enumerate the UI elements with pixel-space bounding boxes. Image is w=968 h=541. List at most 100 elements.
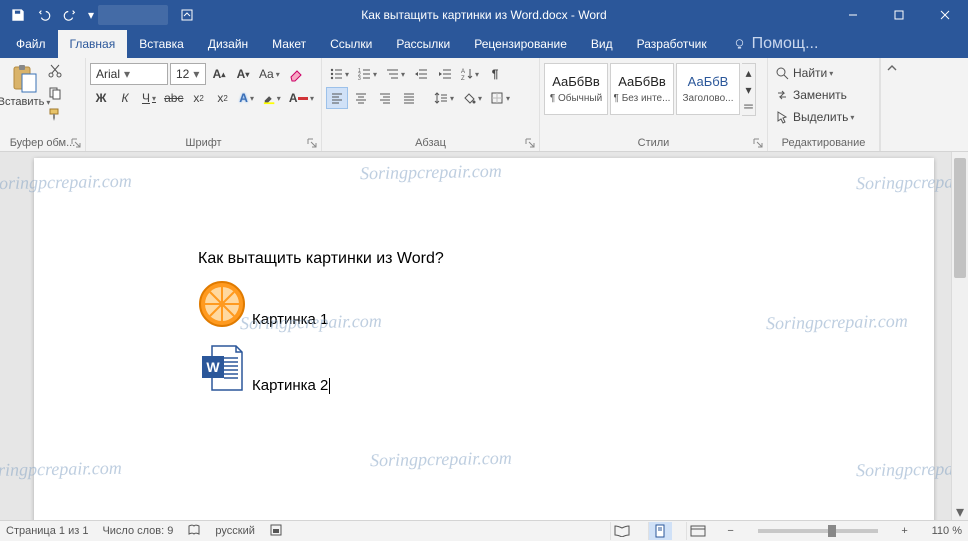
bold-button[interactable]: Ж	[90, 87, 112, 109]
replace-button[interactable]: Заменить	[772, 84, 875, 106]
replace-icon	[775, 88, 789, 102]
style-no-spacing[interactable]: АаБбВв ¶ Без инте...	[610, 63, 674, 115]
text-effects-button[interactable]: A	[236, 87, 258, 109]
status-macro[interactable]	[269, 523, 283, 540]
tab-view[interactable]: Вид	[579, 30, 625, 58]
styles-scroll-up[interactable]: ▴	[742, 64, 755, 81]
group-clipboard: Вставить Буфер обм...	[0, 58, 86, 151]
show-marks-button[interactable]: ¶	[484, 63, 506, 85]
copy-button[interactable]	[44, 82, 66, 104]
style-normal[interactable]: АаБбВв ¶ Обычный	[544, 63, 608, 115]
window-controls	[830, 0, 968, 30]
undo-button[interactable]	[32, 3, 56, 27]
cut-button[interactable]	[44, 60, 66, 82]
maximize-button[interactable]	[876, 0, 922, 30]
paragraph-dialog-launcher[interactable]	[524, 136, 536, 148]
view-web-layout[interactable]	[686, 522, 710, 540]
qat-customize-button[interactable]: ▾	[84, 3, 98, 27]
close-button[interactable]	[922, 0, 968, 30]
word-file-icon[interactable]: W	[198, 342, 246, 394]
align-center-button[interactable]	[350, 87, 372, 109]
scroll-thumb[interactable]	[954, 158, 966, 278]
clipboard-dialog-launcher[interactable]	[70, 136, 82, 148]
align-right-button[interactable]	[374, 87, 396, 109]
styles-expand[interactable]: ＝	[742, 98, 755, 115]
paste-button[interactable]: Вставить	[4, 60, 44, 132]
group-styles: АаБбВв ¶ Обычный АаБбВв ¶ Без инте... Аа…	[540, 58, 768, 151]
vertical-scrollbar[interactable]: ▴ ▾	[951, 152, 968, 520]
bullets-button[interactable]	[326, 63, 352, 85]
caption-2: Картинка 2	[252, 377, 330, 394]
document-area: Как вытащить картинки из Word? Картинка …	[0, 152, 968, 520]
page[interactable]: Как вытащить картинки из Word? Картинка …	[34, 158, 934, 520]
svg-text:A: A	[461, 69, 465, 75]
select-button[interactable]: Выделить	[772, 106, 875, 128]
shading-button[interactable]	[459, 87, 485, 109]
account-badge[interactable]	[98, 5, 168, 25]
increase-indent-button[interactable]	[434, 63, 456, 85]
zoom-in-button[interactable]: +	[898, 525, 912, 537]
decrease-indent-button[interactable]	[410, 63, 432, 85]
change-case-button[interactable]: Aa	[256, 63, 283, 85]
tab-developer[interactable]: Разработчик	[625, 30, 719, 58]
scroll-down-button[interactable]: ▾	[952, 503, 968, 520]
line-spacing-button[interactable]	[431, 87, 457, 109]
status-language[interactable]: русский	[215, 525, 254, 537]
subscript-button[interactable]: x2	[188, 87, 210, 109]
borders-button[interactable]	[487, 87, 513, 109]
tab-file[interactable]: Файл	[4, 30, 58, 58]
minimize-button[interactable]	[830, 0, 876, 30]
tell-me-box[interactable]: Помощ...	[719, 30, 819, 58]
tab-review[interactable]: Рецензирование	[462, 30, 579, 58]
numbering-button[interactable]: 123	[354, 63, 380, 85]
tab-design[interactable]: Дизайн	[196, 30, 260, 58]
zoom-level[interactable]: 110 %	[932, 525, 962, 537]
find-button[interactable]: Найти	[772, 62, 875, 84]
superscript-button[interactable]: x2	[212, 87, 234, 109]
collapse-ribbon-button[interactable]	[880, 58, 902, 151]
picture-row-1: Картинка 1	[198, 280, 934, 328]
tab-references[interactable]: Ссылки	[318, 30, 384, 58]
status-spellcheck[interactable]	[187, 523, 201, 540]
zoom-out-button[interactable]: −	[724, 525, 738, 537]
zoom-slider[interactable]	[758, 529, 878, 533]
text-cursor	[329, 378, 330, 394]
clear-formatting-button[interactable]	[285, 63, 307, 85]
strikethrough-button[interactable]: abc	[162, 87, 186, 109]
format-painter-button[interactable]	[44, 104, 66, 126]
view-print-layout[interactable]	[648, 522, 672, 540]
tab-mailings[interactable]: Рассылки	[384, 30, 462, 58]
justify-button[interactable]	[398, 87, 420, 109]
tab-insert[interactable]: Вставка	[127, 30, 196, 58]
grow-font-button[interactable]: A▴	[208, 63, 230, 85]
align-left-button[interactable]	[326, 87, 348, 109]
justify-icon	[402, 91, 416, 105]
zoom-slider-knob[interactable]	[828, 525, 836, 537]
chevron-up-icon	[886, 62, 898, 74]
tab-home[interactable]: Главная	[58, 30, 128, 58]
search-icon	[775, 66, 789, 80]
status-page[interactable]: Страница 1 из 1	[6, 525, 88, 537]
sort-button[interactable]: AZ	[458, 63, 482, 85]
redo-button[interactable]	[58, 3, 82, 27]
status-word-count[interactable]: Число слов: 9	[102, 525, 173, 537]
style-heading1[interactable]: АаБбВ Заголово...	[676, 63, 740, 115]
status-bar: Страница 1 из 1 Число слов: 9 русский − …	[0, 520, 968, 541]
save-button[interactable]	[6, 3, 30, 27]
multilevel-list-button[interactable]	[382, 63, 408, 85]
italic-button[interactable]: К	[114, 87, 136, 109]
highlight-button[interactable]	[260, 87, 284, 109]
view-read-mode[interactable]	[610, 522, 634, 540]
tab-layout[interactable]: Макет	[260, 30, 318, 58]
font-size-select[interactable]: 12▾	[170, 63, 206, 85]
underline-button[interactable]: Ч	[138, 87, 160, 109]
ribbon-display-options-button[interactable]	[170, 0, 204, 30]
font-name-select[interactable]: Arial▾	[90, 63, 168, 85]
styles-scroll-down[interactable]: ▾	[742, 81, 755, 98]
styles-dialog-launcher[interactable]	[752, 136, 764, 148]
font-color-button[interactable]: A	[286, 87, 317, 109]
shrink-font-button[interactable]: A▾	[232, 63, 254, 85]
orange-fruit-icon[interactable]	[198, 280, 246, 328]
font-dialog-launcher[interactable]	[306, 136, 318, 148]
numbering-icon: 123	[357, 67, 371, 81]
